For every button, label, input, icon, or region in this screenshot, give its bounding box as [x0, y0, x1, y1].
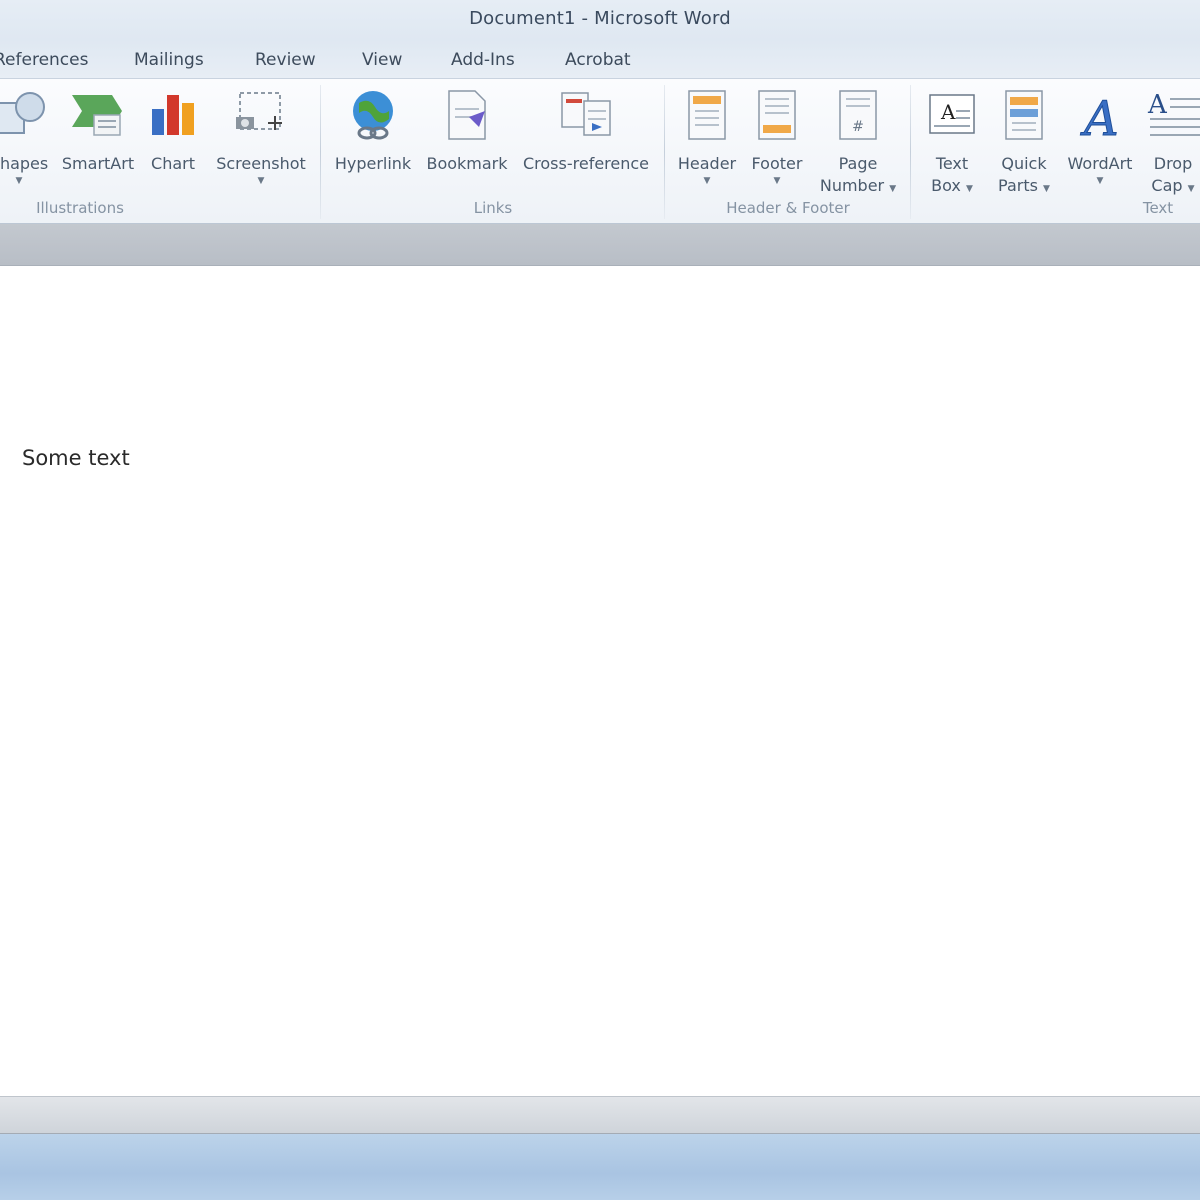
title-bar: Document1 - Microsoft Word	[0, 0, 1200, 40]
group-separator	[664, 85, 665, 219]
document-text[interactable]: Some text	[22, 446, 130, 470]
ribbon-tabs: References Mailings Review View Add-Ins …	[0, 40, 1200, 80]
wordart-icon: A	[1080, 91, 1120, 144]
document-page[interactable]: Some text	[0, 266, 1200, 1096]
quick-parts-button[interactable]: Quick Parts ▼	[992, 85, 1056, 195]
drop-cap-icon: A	[1147, 90, 1200, 136]
taskbar	[0, 1134, 1200, 1200]
footer-label: Footer	[751, 154, 803, 173]
cross-reference-label: Cross-reference	[522, 154, 650, 173]
svg-text:A: A	[1080, 91, 1119, 143]
horizontal-scrollbar[interactable]	[0, 1096, 1200, 1134]
window-title: Document1 - Microsoft Word	[469, 8, 731, 29]
page-number-label-line1: Page	[838, 154, 878, 173]
svg-text:A: A	[940, 100, 956, 124]
tab-review[interactable]: Review	[255, 50, 316, 70]
tab-view[interactable]: View	[362, 50, 402, 70]
shapes-label: Shapes	[0, 154, 49, 173]
group-separator	[320, 85, 321, 219]
header-label: Header	[677, 154, 737, 173]
group-separator	[910, 85, 911, 219]
dropdown-arrow-icon: ▼	[1043, 184, 1050, 194]
tab-add-ins[interactable]: Add-Ins	[451, 50, 515, 70]
text-box-icon: A	[929, 94, 975, 134]
chart-button[interactable]: Chart	[142, 85, 204, 195]
svg-text:A: A	[1147, 90, 1168, 120]
screenshot-icon	[236, 92, 282, 130]
smartart-label: SmartArt	[61, 154, 135, 173]
wordart-button[interactable]: A WordArt ▼	[1060, 85, 1140, 195]
chart-icon	[152, 95, 194, 135]
bookmark-button[interactable]: Bookmark	[420, 85, 514, 195]
hyperlink-icon	[353, 91, 393, 140]
quick-parts-label-line2: Parts	[998, 176, 1038, 195]
header-icon	[688, 90, 726, 140]
group-label-illustrations: Illustrations	[36, 199, 124, 217]
dropdown-arrow-icon: ▼	[889, 184, 897, 194]
tab-acrobat[interactable]: Acrobat	[565, 50, 631, 70]
drop-cap-label-line2: Cap	[1151, 176, 1183, 195]
page-number-label-line2: Number	[819, 176, 885, 195]
tab-references[interactable]: References	[0, 50, 88, 70]
group-label-header-footer: Header & Footer	[726, 199, 850, 217]
smartart-button[interactable]: SmartArt	[60, 85, 136, 195]
shapes-icon	[0, 92, 45, 134]
header-button[interactable]: Header ▼	[672, 85, 742, 195]
page-number-button[interactable]: # Page Number ▼	[812, 85, 904, 195]
tab-mailings[interactable]: Mailings	[134, 50, 204, 70]
footer-icon	[758, 90, 796, 140]
ruler-strip	[0, 224, 1200, 266]
dropdown-arrow-icon: ▼	[257, 176, 265, 186]
bookmark-icon	[448, 90, 486, 140]
dropdown-arrow-icon: ▼	[15, 176, 23, 186]
text-box-label-line1: Text	[935, 154, 969, 173]
group-label-links: Links	[473, 199, 513, 217]
dropdown-arrow-icon: ▼	[1096, 176, 1104, 186]
page-number-icon: #	[839, 90, 877, 140]
drop-cap-label-line1: Drop	[1153, 154, 1193, 173]
screenshot-button[interactable]: Screenshot ▼	[212, 85, 310, 195]
dropdown-arrow-icon: ▼	[773, 176, 781, 186]
shapes-button[interactable]: Shapes ▼	[0, 85, 58, 195]
screenshot-label: Screenshot	[216, 154, 306, 173]
hyperlink-label: Hyperlink	[334, 154, 412, 173]
ribbon: Shapes ▼ SmartArt Chart Screenshot ▼ Illus…	[0, 78, 1200, 224]
bookmark-label: Bookmark	[426, 154, 508, 173]
smartart-icon	[72, 95, 122, 136]
wordart-label: WordArt	[1067, 154, 1133, 173]
text-box-label-line2: Box	[931, 176, 961, 195]
chart-label: Chart	[151, 154, 195, 173]
svg-text:#: #	[852, 119, 864, 135]
hyperlink-button[interactable]: Hyperlink	[330, 85, 416, 195]
dropdown-arrow-icon: ▼	[1187, 184, 1195, 194]
group-label-text: Text	[1142, 199, 1174, 217]
quick-parts-label-line1: Quick	[1001, 154, 1047, 173]
dropdown-arrow-icon: ▼	[703, 176, 711, 186]
cross-reference-button[interactable]: Cross-reference	[518, 85, 654, 195]
drop-cap-button[interactable]: A Drop Cap ▼	[1142, 85, 1200, 195]
cross-reference-icon	[561, 92, 611, 136]
footer-button[interactable]: Footer ▼	[744, 85, 810, 195]
dropdown-arrow-icon: ▼	[965, 184, 973, 194]
quick-parts-icon	[1005, 90, 1043, 140]
text-box-button[interactable]: A Text Box ▼	[918, 85, 986, 195]
